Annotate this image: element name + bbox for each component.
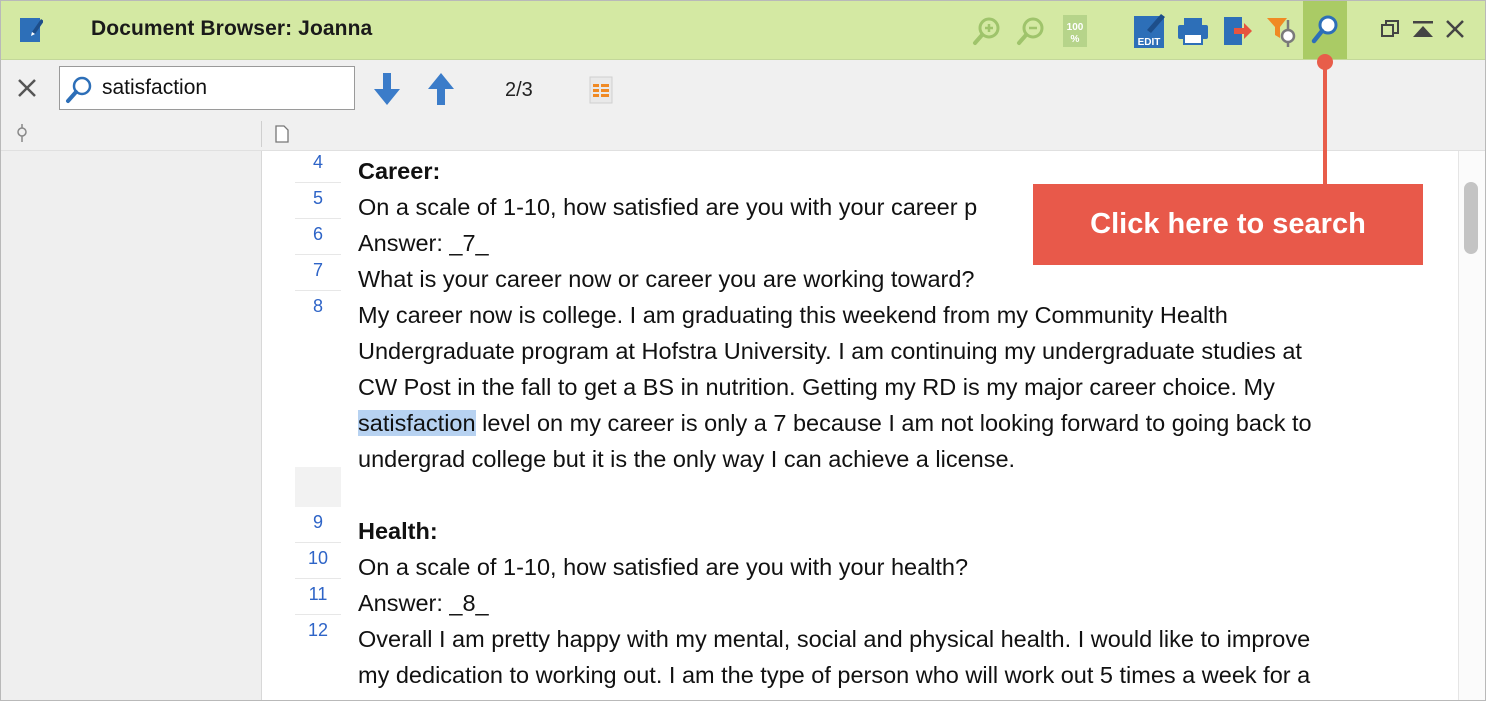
paragraph-heading: Health: — [358, 518, 438, 544]
document-line: Answer: _8_ — [358, 590, 489, 616]
search-button[interactable] — [1303, 1, 1347, 59]
code-margin-pane — [1, 151, 262, 700]
paragraph-number: 12 — [295, 617, 341, 651]
paragraph-number: 8 — [295, 293, 341, 327]
minimize-up-icon[interactable] — [1411, 18, 1435, 42]
zoom-100-icon[interactable]: 100% — [1055, 11, 1095, 51]
document-line: Answer: _7_ — [358, 230, 489, 256]
document-line: On a scale of 1-10, how satisfied are yo… — [358, 194, 978, 220]
document-line: CW Post in the fall to get a BS in nutri… — [358, 374, 1275, 400]
document-browser-icon — [19, 15, 44, 43]
callout-pointer-line — [1323, 61, 1327, 185]
document-line: What is your career now or career you ar… — [358, 266, 975, 292]
paragraph-number: 4 — [295, 151, 341, 183]
document-line-with-match: satisfaction level on my career is only … — [358, 405, 1312, 441]
document-line: Overall I am pretty happy with my mental… — [358, 626, 1311, 652]
document-line-rest: level on my career is only a 7 because I… — [475, 410, 1312, 436]
search-field[interactable] — [59, 66, 355, 110]
document-icon — [275, 125, 289, 148]
result-counter: 2/3 — [505, 79, 533, 101]
document-line: undergrad college but it is the only way… — [358, 446, 1016, 472]
search-icon — [64, 75, 94, 110]
title-bar: Document Browser: Joanna 100% EDIT — [1, 1, 1485, 60]
search-match-highlight: satisfaction — [358, 410, 476, 436]
close-search-icon[interactable] — [15, 76, 39, 100]
document-line: Undergraduate program at Hofstra Univers… — [358, 338, 1302, 364]
window-title: Document Browser: Joanna — [91, 17, 373, 40]
document-line: On a scale of 1-10, how satisfied are yo… — [358, 554, 969, 580]
edit-icon[interactable]: EDIT — [1129, 11, 1169, 51]
paragraph-number: 6 — [295, 221, 341, 255]
svg-text:100: 100 — [1067, 22, 1084, 33]
callout-label: Click here to search — [1033, 184, 1423, 265]
restore-window-icon[interactable] — [1379, 18, 1403, 42]
scrollbar-thumb[interactable] — [1464, 182, 1478, 254]
export-icon[interactable] — [1217, 11, 1257, 51]
column-separator[interactable] — [261, 121, 262, 147]
document-line: My career now is college. I am graduatin… — [358, 302, 1228, 328]
paragraph-number: 7 — [295, 257, 341, 291]
paragraph-number: 10 — [295, 545, 341, 579]
zoom-in-icon[interactable] — [967, 11, 1007, 51]
document-line: my dedication to working out. I am the t… — [358, 662, 1311, 688]
code-pin-icon — [15, 124, 29, 149]
paragraph-heading: Career: — [358, 158, 441, 184]
filter-icon[interactable] — [1261, 11, 1301, 51]
search-input[interactable] — [102, 73, 342, 103]
previous-result-button[interactable] — [425, 71, 457, 109]
document-browser-window: Document Browser: Joanna 100% EDIT satis… — [0, 0, 1486, 701]
svg-text:EDIT: EDIT — [1138, 37, 1161, 48]
results-list-icon[interactable] — [589, 76, 613, 104]
paragraph-number: 5 — [295, 185, 341, 219]
empty-paragraph-marker — [295, 467, 341, 507]
column-header — [1, 118, 1485, 151]
paragraph-number: 9 — [295, 509, 341, 543]
next-result-button[interactable] — [371, 71, 403, 109]
paragraph-number-gutter: 4 5 6 7 8 9 10 11 12 — [293, 151, 343, 700]
paragraph-number: 11 — [295, 581, 341, 615]
svg-text:%: % — [1071, 34, 1080, 45]
print-icon[interactable] — [1173, 11, 1213, 51]
zoom-out-icon[interactable] — [1011, 11, 1051, 51]
callout-pointer-dot — [1317, 54, 1333, 70]
close-window-icon[interactable] — [1444, 18, 1468, 42]
